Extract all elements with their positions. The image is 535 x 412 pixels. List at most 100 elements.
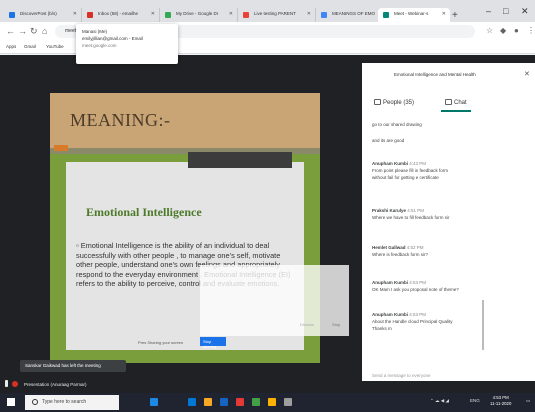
dialog-overlay (200, 265, 349, 336)
bookmark-youtube[interactable]: YouTube (46, 44, 64, 49)
close-tab-icon[interactable]: ✕ (151, 11, 155, 17)
tab-label: Inbox (58) - emailhe (98, 11, 139, 16)
taskbar-app-icon[interactable] (284, 398, 292, 406)
mic-icon[interactable] (5, 380, 8, 387)
tab-label: Live testing PARENT (254, 11, 296, 16)
taskbar-app-icon[interactable] (188, 398, 196, 406)
browser-tab[interactable]: DiscoverPost (b/s) ✕ (4, 8, 82, 22)
tab-favicon-icon (165, 12, 171, 18)
tab-label: MEANINGS OF EMO (332, 11, 376, 16)
toast-text: Sanskar Gaikwad has left the meeting (25, 363, 101, 368)
chat-sender: Hemlet Gallwad 4:52 PM (372, 245, 424, 250)
chat-message-text: go to our shared drawing (372, 122, 422, 127)
overlay-dismiss[interactable]: Dismiss (300, 322, 314, 327)
taskbar-app-icon[interactable] (268, 398, 276, 406)
tab-favicon-icon (9, 12, 15, 18)
tab-people-label: People (35) (383, 100, 415, 106)
chat-message-text: OK Mam I ask you proposal note of theme? (372, 287, 459, 292)
chat-scrollbar[interactable] (482, 300, 484, 350)
chat-sender-name: Anupham Kumbi (372, 161, 408, 166)
tab-favicon-icon (87, 12, 93, 18)
tab-chat-label: Chat (454, 100, 467, 106)
tab-favicon-icon (383, 12, 389, 18)
reload-icon[interactable]: ↻ (30, 26, 38, 37)
taskbar-app-icon[interactable] (204, 398, 212, 406)
stop-sharing-button[interactable]: Stop sharing (200, 337, 226, 349)
chat-sender-name: Hemlet Gallwad (372, 245, 406, 250)
chat-message-text: About the Handle cloud Principal Quality (372, 319, 453, 324)
new-tab-button[interactable]: + (452, 10, 458, 21)
tab-label: My Drive - Google Dr (176, 11, 219, 16)
account-email: emilyjillian@gmail.com - Email (82, 36, 143, 41)
chat-time: 4:51 PM (407, 208, 425, 213)
browser-tab[interactable]: My Drive - Google Dr ✕ (160, 8, 238, 22)
maximize-button[interactable]: □ (503, 6, 508, 16)
bookmark-apps[interactable]: Apps (6, 44, 16, 49)
chat-sender-name: Anupham Kumbi (372, 312, 408, 317)
tray-language[interactable]: ENG (470, 398, 480, 403)
extension-icon[interactable]: ◆ (500, 26, 506, 35)
back-icon[interactable]: ← (6, 26, 15, 36)
presenting-icon (12, 381, 18, 387)
menu-icon[interactable]: ⋮ (527, 26, 535, 35)
browser-tab-bar: DiscoverPost (b/s) ✕ Inbox (58) - emailh… (0, 0, 535, 22)
tab-people[interactable]: People (35) (374, 99, 414, 106)
chat-message-text: Where is feedback form sir? (372, 252, 429, 257)
chat-sender: Prakshi Karulye 4:51 PM (372, 208, 424, 213)
overlay-link[interactable]: Stop (332, 322, 340, 327)
leave-toast: Sanskar Gaikwad has left the meeting (20, 360, 126, 372)
tab-label: Meet - Webinar-s (394, 11, 429, 16)
tab-selected-indicator (441, 110, 471, 112)
chat-sender: Anupham Kumbi 4:43 PM (372, 161, 426, 166)
share-status: Pres Sharing your screen (138, 340, 184, 345)
chat-sender-name: Prakshi Karulye (372, 208, 407, 213)
slide-accent (54, 145, 68, 151)
chat-sender: Anupham Kumbi 4:53 PM (372, 312, 426, 317)
slide-decoration (188, 152, 292, 168)
chat-time: 4:53 PM (409, 312, 427, 317)
search-icon (32, 399, 38, 405)
close-tab-icon[interactable]: ✕ (229, 11, 233, 17)
taskbar-app-icon[interactable] (252, 398, 260, 406)
chat-message-text: From point please fill in feedback form (372, 168, 449, 173)
close-tab-icon[interactable]: ✕ (442, 11, 446, 17)
chat-panel (362, 89, 535, 381)
slide-title: MEANING:- (70, 110, 171, 130)
chat-icon (445, 99, 452, 105)
chat-time: 4:53 PM (409, 280, 427, 285)
account-popup: Manasi (Me) emilyjillian@gmail.com - Ema… (76, 24, 178, 64)
chat-message-text: Where we have to fill feedback form sir (372, 215, 450, 220)
browser-tab-active[interactable]: Meet - Webinar-s ✕ (378, 8, 450, 22)
taskbar-app-icon[interactable] (236, 398, 244, 406)
minimize-button[interactable]: – (486, 6, 491, 16)
chat-time: 4:52 PM (406, 245, 424, 250)
tray-icons[interactable]: ⌃ ☁ ◀ ◢ (430, 398, 449, 404)
chat-message-text: without fail for getting e certificate (372, 175, 439, 180)
close-tab-icon[interactable]: ✕ (307, 11, 311, 17)
taskbar-clock[interactable]: 4:53 PM 11-11-2020 (490, 395, 511, 407)
star-icon[interactable]: ☆ (486, 26, 493, 35)
tab-favicon-icon (243, 12, 249, 18)
forward-icon[interactable]: → (18, 26, 27, 36)
chat-time: 4:43 PM (409, 161, 427, 166)
people-icon (374, 99, 381, 105)
chat-sender: Anupham Kumbi 4:53 PM (372, 280, 426, 285)
account-name: Manasi (Me) (82, 29, 108, 34)
browser-tab[interactable]: Live testing PARENT ✕ (238, 8, 316, 22)
taskview-icon[interactable] (150, 398, 158, 406)
tab-chat[interactable]: Chat (445, 99, 467, 106)
close-tab-icon[interactable]: ✕ (73, 11, 77, 17)
close-window-button[interactable]: ✕ (521, 6, 529, 17)
chat-message-text: and its are good (372, 138, 405, 143)
browser-tab[interactable]: Inbox (58) - emailhe ✕ (82, 8, 160, 22)
windows-start-icon[interactable] (7, 398, 15, 406)
taskbar-app-icon[interactable] (220, 398, 228, 406)
bookmark-gmail[interactable]: Gmail (24, 44, 36, 49)
chat-message-text: Thanks m (372, 326, 392, 331)
profile-avatar[interactable]: ● (514, 26, 519, 35)
notification-icon[interactable]: ▭ (526, 398, 530, 404)
home-icon[interactable]: ⌂ (42, 26, 47, 36)
close-panel-icon[interactable]: ✕ (524, 70, 530, 78)
presenting-label: Presentation (Anuraag Parmar) (24, 382, 87, 387)
chat-input[interactable]: Send a message to everyone (372, 373, 431, 378)
